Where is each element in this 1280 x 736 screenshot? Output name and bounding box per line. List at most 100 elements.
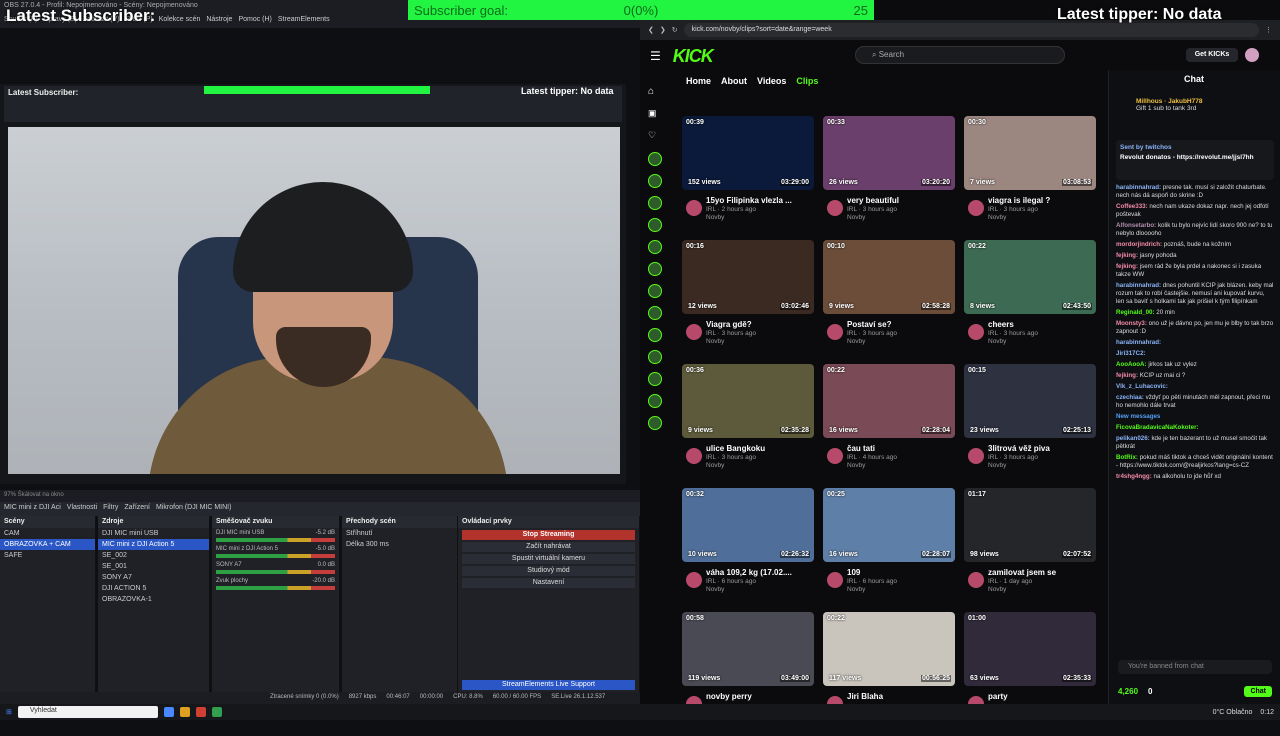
avatar[interactable]: [827, 200, 843, 216]
clip-title[interactable]: čau tati: [823, 444, 955, 453]
reload-icon[interactable]: ↻: [672, 26, 678, 34]
avatar[interactable]: [968, 448, 984, 464]
clip-thumbnail[interactable]: 00:39 152 views 03:29:00: [682, 116, 814, 190]
get-kicks-button[interactable]: Get KICKs: [1186, 48, 1238, 62]
clip-channel[interactable]: Novby: [682, 214, 814, 221]
duration-value[interactable]: 300 ms: [366, 541, 389, 548]
menu-item[interactable]: StreamElements: [278, 16, 330, 26]
menu-item[interactable]: Nástroje: [206, 16, 232, 26]
app-icon[interactable]: [163, 707, 174, 717]
channel-avatar[interactable]: [648, 306, 662, 320]
clip-thumbnail[interactable]: 00:10 9 views 02:58:28: [823, 240, 955, 314]
chat-username[interactable]: Jiri317C2:: [1116, 350, 1146, 357]
windows-start-icon[interactable]: ⊞: [6, 708, 12, 716]
chat-username[interactable]: fejking:: [1116, 372, 1138, 379]
channel-avatar[interactable]: [648, 372, 662, 386]
clip-thumbnail[interactable]: 00:32 10 views 02:26:32: [682, 488, 814, 562]
clip-thumbnail[interactable]: 00:22 8 views 02:43:50: [964, 240, 1096, 314]
se-support-button[interactable]: StreamElements Live Support: [462, 680, 635, 690]
chat-username[interactable]: New messages: [1116, 413, 1160, 420]
settings-button[interactable]: Nastavení: [462, 578, 635, 588]
clip-thumbnail[interactable]: 01:17 98 views 02:07:52: [964, 488, 1096, 562]
clock[interactable]: 0:12: [1260, 709, 1274, 716]
taskbar-search[interactable]: Vyhledat: [17, 706, 158, 718]
chat-send-button[interactable]: Chat: [1244, 685, 1272, 697]
clip-card[interactable]: 00:33 26 views 03:20:20 very beautiful IRL ·…: [823, 116, 955, 240]
clip-channel[interactable]: Novby: [823, 462, 955, 469]
clip-title[interactable]: very beautiful: [823, 196, 955, 205]
tab-videos[interactable]: Videos: [757, 76, 786, 86]
app-icon[interactable]: [195, 707, 206, 717]
clip-title[interactable]: 109: [823, 568, 955, 577]
clip-title[interactable]: 15yo Filipinka vlezla ...: [682, 196, 814, 205]
channel-avatar[interactable]: [648, 174, 662, 188]
clip-channel[interactable]: Novby: [682, 338, 814, 345]
clip-card[interactable]: 00:22 16 views 02:28:04 čau tati IRL · 4 hou…: [823, 364, 955, 488]
clip-thumbnail[interactable]: 00:33 26 views 03:20:20: [823, 116, 955, 190]
stop-streaming-button[interactable]: Stop Streaming: [462, 530, 635, 540]
source-item[interactable]: SE_001: [98, 561, 209, 572]
search-input[interactable]: ⌕ Search: [855, 46, 1065, 64]
mixer-channel[interactable]: Zvuk plochy -20.0 dB: [212, 576, 339, 592]
address-bar[interactable]: kick.com/novby/clips?sort=date&range=wee…: [683, 23, 1259, 37]
clip-title[interactable]: cheers: [964, 320, 1096, 329]
clip-card[interactable]: 00:22 8 views 02:43:50 cheers IRL · 3 hours …: [964, 240, 1096, 364]
app-icon[interactable]: [211, 707, 222, 717]
clip-card[interactable]: 00:10 9 views 02:58:28 Postaví se? IRL · 3 h…: [823, 240, 955, 364]
chat-username[interactable]: harabinnahrad:: [1116, 282, 1161, 289]
tab-clips[interactable]: Clips: [796, 76, 818, 86]
source-item[interactable]: DJI MIC mini USB: [98, 528, 209, 539]
avatar[interactable]: [827, 324, 843, 340]
clip-title[interactable]: Jiri Blaha: [823, 692, 955, 701]
forward-icon[interactable]: ❯: [660, 26, 666, 34]
scene-item[interactable]: CAM: [0, 528, 95, 539]
weather-text[interactable]: 0°C Oblačno: [1213, 709, 1253, 716]
channel-avatar[interactable]: [648, 284, 662, 298]
source-item[interactable]: OBRAZOVKA-1: [98, 594, 209, 605]
chat-username[interactable]: fejking:: [1116, 263, 1138, 270]
channel-avatar[interactable]: [648, 350, 662, 364]
mixer-channel[interactable]: SONY A7 0.0 dB: [212, 560, 339, 576]
avatar[interactable]: [968, 324, 984, 340]
avatar[interactable]: [968, 572, 984, 588]
channel-avatar[interactable]: [648, 416, 662, 430]
clip-thumbnail[interactable]: 00:30 7 views 03:08:53: [964, 116, 1096, 190]
clip-card[interactable]: 00:36 9 views 02:35:28 ulice Bangkoku IRL · …: [682, 364, 814, 488]
clip-card[interactable]: 00:25 16 views 02:28:07 109 IRL · 6 hours ag…: [823, 488, 955, 612]
chat-username[interactable]: czechiaa:: [1116, 394, 1144, 401]
clip-thumbnail[interactable]: 00:36 9 views 02:35:28: [682, 364, 814, 438]
channel-avatar[interactable]: [648, 240, 662, 254]
menu-item[interactable]: Kolekce scén: [159, 16, 201, 26]
chat-username[interactable]: fejking:: [1116, 252, 1138, 259]
clip-title[interactable]: 3litrová věž piva: [964, 444, 1096, 453]
avatar[interactable]: [686, 324, 702, 340]
mixer-channel[interactable]: DJI MIC mini USB -5.2 dB: [212, 528, 339, 544]
clip-title[interactable]: party: [964, 692, 1096, 701]
source-item[interactable]: SE_002: [98, 550, 209, 561]
virtual-camera-button[interactable]: Spustit virtuální kameru: [462, 554, 635, 564]
channel-avatar[interactable]: [648, 328, 662, 342]
clip-title[interactable]: Postaví se?: [823, 320, 955, 329]
chat-username[interactable]: harabinnahrad:: [1116, 184, 1161, 191]
pinned-message[interactable]: Sent by twitchos Revolut donatos - https…: [1116, 140, 1274, 180]
source-item[interactable]: SONY A7: [98, 572, 209, 583]
menu-item[interactable]: Pomoc (H): [238, 16, 271, 26]
chat-username[interactable]: Vlk_z_Luhacovic:: [1116, 383, 1168, 390]
clip-title[interactable]: novby perry: [682, 692, 814, 701]
chat-username[interactable]: Alfonsetarbo:: [1116, 222, 1156, 229]
tab-about[interactable]: About: [721, 76, 747, 86]
chat-username[interactable]: FicovaBradavicaNaKokoter:: [1116, 424, 1199, 431]
channel-avatar[interactable]: [648, 262, 662, 276]
clip-channel[interactable]: Novby: [823, 214, 955, 221]
clip-thumbnail[interactable]: 00:25 16 views 02:28:07: [823, 488, 955, 562]
channel-avatar[interactable]: [648, 152, 662, 166]
device-select[interactable]: Mikrofon (DJI MIC MINI): [156, 504, 231, 514]
mixer-channel[interactable]: MIC mini z DJI Action 5 -5.0 dB: [212, 544, 339, 560]
clip-thumbnail[interactable]: 01:00 63 views 02:35:33: [964, 612, 1096, 686]
clip-card[interactable]: 00:32 10 views 02:26:32 váha 109,2 kg (17.0…: [682, 488, 814, 612]
studio-mode-button[interactable]: Studiový mód: [462, 566, 635, 576]
home-icon[interactable]: ⌂: [648, 86, 662, 100]
clip-title[interactable]: váha 109,2 kg (17.02....: [682, 568, 814, 577]
clip-thumbnail[interactable]: 00:15 23 views 02:25:13: [964, 364, 1096, 438]
back-icon[interactable]: ❮: [648, 26, 654, 34]
